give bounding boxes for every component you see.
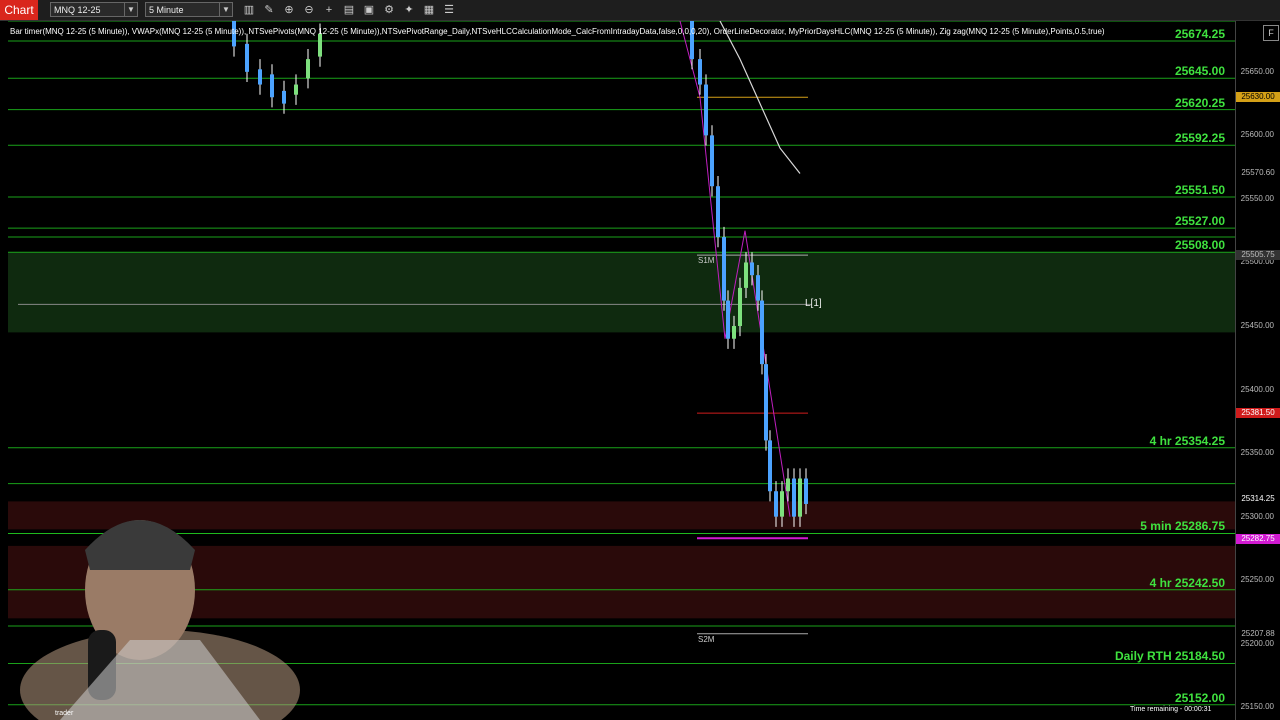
chart-toolbar: Chart MNQ 12-25 ▼ 5 Minute ▼ ▥ ✎ ⊕ ⊖ + ▤… [0,0,1280,21]
instrument-value: MNQ 12-25 [54,5,101,15]
level-price-label: 5 min 25286.75 [1140,519,1225,534]
candle-body [804,478,808,504]
candle-body [245,43,249,72]
zoom-out-icon[interactable]: ⊖ [301,2,317,18]
chart-tab[interactable]: Chart [0,0,38,20]
webcam-label: trader [55,710,74,717]
s2m-label: S2M [698,634,715,644]
axis-price-flag: 25570.60 [1236,167,1280,178]
axis-price-flag: 25314.25 [1236,493,1280,504]
level-price-label: 25551.50 [1174,183,1225,198]
candle-body [270,74,274,98]
candle-body [732,326,736,339]
axis-tick-label: 25600.00 [1240,130,1274,140]
candle-body [710,135,714,187]
crosshair-icon[interactable]: + [321,2,337,18]
axis-tick-label: 25150.00 [1240,702,1274,712]
candle-body [726,300,730,339]
axis-tick-label: 25250.00 [1240,575,1274,585]
price-axis[interactable] [1235,21,1280,720]
level-price-label: 25152.00 [1174,690,1225,705]
webcam-overlay [20,520,300,720]
candle-body [744,262,748,288]
s1m-label: S1M [698,256,715,266]
chevron-down-icon[interactable]: ▼ [124,3,137,16]
level-price-label: 25674.25 [1174,27,1225,42]
level-price-label: 4 hr 25242.50 [1149,575,1225,590]
axis-price-flag: 25630.00 [1236,92,1280,103]
level-price-label: 4 hr 25354.25 [1149,433,1225,448]
candle-body [798,478,802,517]
level-price-label: 25620.25 [1174,95,1225,110]
level-price-label: 25508.00 [1174,238,1225,253]
candle-body [750,262,754,276]
draw-icon[interactable]: ✎ [261,2,277,18]
interval-value: 5 Minute [149,5,184,15]
axis-tick-label: 25650.00 [1240,66,1274,76]
candle-body [318,33,322,57]
interval-selector[interactable]: 5 Minute ▼ [145,2,233,17]
chart-options-icon[interactable]: F [1263,25,1279,41]
green-zone [8,252,1235,333]
candle-body [768,440,772,492]
instrument-selector[interactable]: MNQ 12-25 ▼ [50,2,138,17]
candle-body [760,300,764,365]
candle-body [258,69,262,85]
bar-type-icon[interactable]: ▥ [241,2,257,18]
candle-body [780,491,784,517]
time-remaining: Time remaining - 00:00:31 [1130,706,1212,713]
level-price-label: 25592.25 [1174,131,1225,146]
zoom-in-icon[interactable]: ⊕ [281,2,297,18]
axis-price-flag: 25282.75 [1236,533,1280,544]
template-icon[interactable]: ▦ [421,2,437,18]
indicator-list: Bar timer(MNQ 12-25 (5 Minute)), VWAPx(M… [10,27,1105,36]
level-price-label: 25527.00 [1174,214,1225,229]
candle-body [756,275,760,301]
strategy-icon[interactable]: ✦ [401,2,417,18]
candle-body [716,186,720,238]
level-price-label: 25645.00 [1174,64,1225,79]
candle-body [774,491,778,517]
candle-body [738,287,742,327]
candle-body [698,59,702,85]
level-price-label: Daily RTH 25184.50 [1114,649,1225,664]
axis-price-flag: 25207.88 [1236,628,1280,639]
candle-body [306,59,310,79]
candle-body [786,478,790,492]
candle-body [704,84,708,136]
candle-body [294,84,298,95]
axis-tick-label: 25450.00 [1240,321,1274,331]
properties-icon[interactable]: ⚙ [381,2,397,18]
axis-price-flag: 25381.50 [1236,408,1280,419]
instrument-icon[interactable]: ▣ [361,2,377,18]
menu-icon[interactable]: ☰ [441,2,457,18]
chevron-down-icon[interactable]: ▼ [219,3,232,16]
candle-body [764,364,768,441]
candle-body [722,237,726,301]
candle-body [792,478,796,517]
l1-label: L[1] [805,298,822,310]
axis-tick-label: 25200.00 [1240,638,1274,648]
axis-price-flag: 25505.75 [1236,250,1280,261]
axis-tick-label: 25550.00 [1240,193,1274,203]
candle-body [282,90,286,104]
axis-tick-label: 25350.00 [1240,448,1274,458]
axis-tick-label: 25300.00 [1240,511,1274,521]
axis-tick-label: 25400.00 [1240,384,1274,394]
data-box-icon[interactable]: ▤ [341,2,357,18]
